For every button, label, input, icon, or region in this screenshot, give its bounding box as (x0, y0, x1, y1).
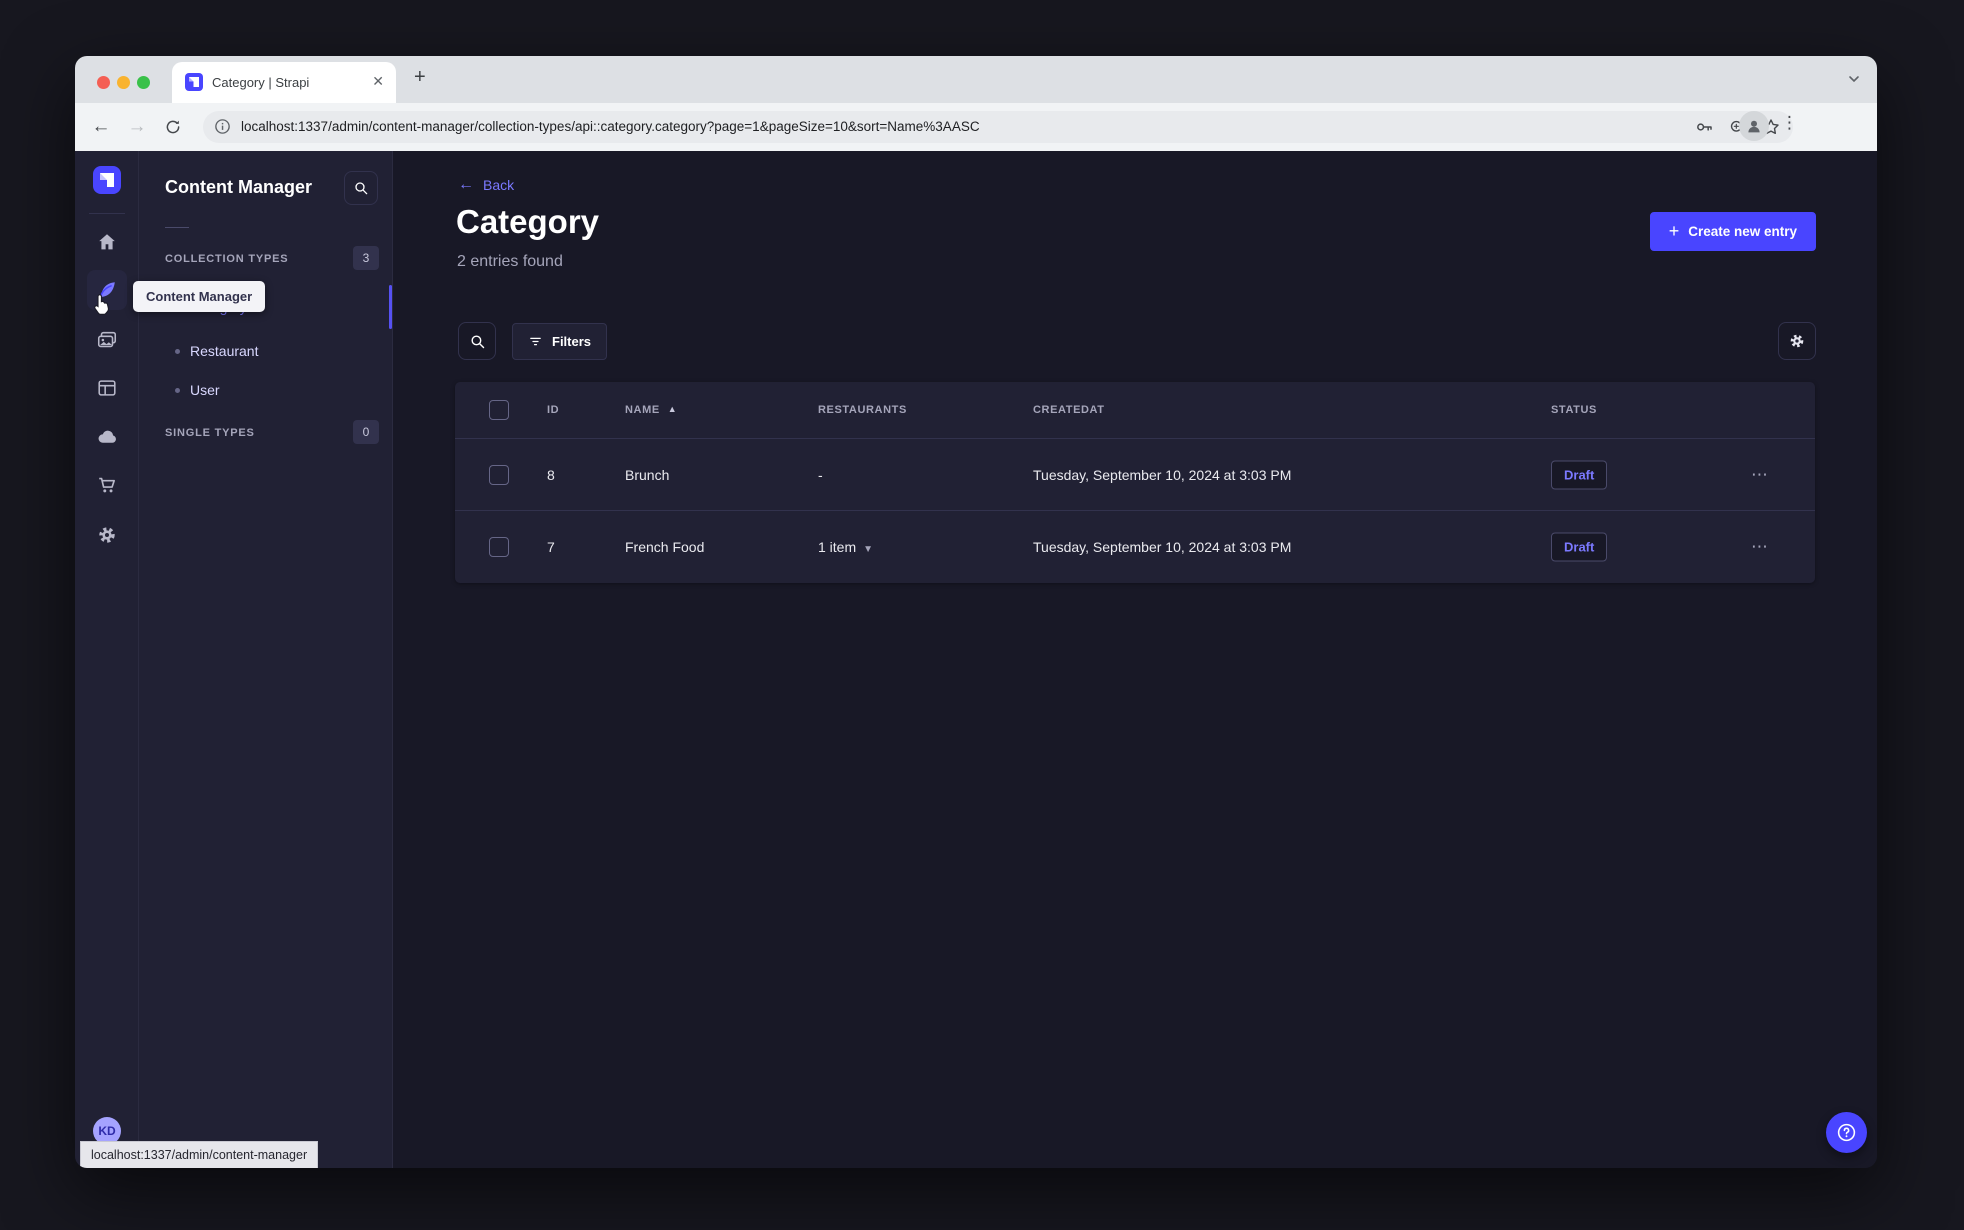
status-badge: Draft (1551, 532, 1608, 561)
header-createdat[interactable]: CREATEDAT (1033, 404, 1105, 416)
plus-icon: + (1668, 221, 1680, 241)
browser-tabstrip: Category | Strapi ✕ + (75, 56, 1877, 103)
cell-createdat: Tuesday, September 10, 2024 at 3:03 PM (1033, 466, 1292, 483)
browser-profile-avatar[interactable] (1739, 111, 1769, 141)
sort-asc-icon: ▲ (667, 404, 678, 414)
browser-toolbar: ← → localhost:1337/admin/content-manager… (75, 103, 1877, 151)
collection-types-count-badge: 3 (353, 246, 379, 270)
single-types-label: SINGLE TYPES (165, 427, 255, 439)
help-button[interactable] (1826, 1112, 1867, 1153)
tab-search-chevron-icon[interactable] (1847, 72, 1861, 86)
browser-back-button[interactable]: ← (89, 115, 113, 139)
url-bar[interactable]: localhost:1337/admin/content-manager/col… (203, 111, 1793, 143)
site-info-icon[interactable] (214, 118, 231, 135)
header-status[interactable]: STATUS (1551, 404, 1597, 416)
single-types-count-badge: 0 (353, 420, 379, 444)
select-all-checkbox[interactable] (489, 400, 509, 420)
collection-types-label: COLLECTION TYPES (165, 253, 289, 265)
content-type-builder-icon[interactable] (87, 368, 127, 408)
cell-name: Brunch (625, 466, 670, 483)
back-link[interactable]: ← Back (458, 176, 514, 194)
table-row[interactable]: 7 French Food 1 item ▼ Tuesday, September… (455, 510, 1815, 582)
traffic-light-close[interactable] (97, 76, 110, 89)
browser-reload-button[interactable] (161, 115, 185, 139)
header-id[interactable]: ID (547, 404, 559, 416)
browser-window: Category | Strapi ✕ + ← → localhost:1337… (75, 56, 1877, 1168)
subnav-divider (165, 227, 189, 228)
filters-button[interactable]: Filters (512, 323, 608, 360)
row-checkbox[interactable] (489, 536, 509, 557)
header-restaurants[interactable]: RESTAURANTS (818, 404, 907, 416)
chevron-down-icon: ▼ (863, 543, 874, 555)
cell-name: French Food (625, 538, 705, 555)
back-arrow-icon: ← (458, 176, 474, 193)
home-icon[interactable] (87, 222, 127, 262)
main-content: ← Back Category 2 entries found + Create… (393, 151, 1877, 1168)
table-header-row: ID NAME ▲ RESTAURANTS CREATEDAT STATUS (455, 382, 1815, 438)
search-entries-button[interactable] (458, 322, 496, 360)
bullet-icon (175, 348, 180, 354)
password-key-icon[interactable] (1694, 117, 1714, 137)
cell-createdat: Tuesday, September 10, 2024 at 3:03 PM (1033, 538, 1292, 555)
cell-id: 8 (547, 466, 555, 483)
row-checkbox[interactable] (489, 464, 509, 485)
marketplace-cart-icon[interactable] (87, 465, 127, 505)
close-tab-icon[interactable]: ✕ (372, 73, 384, 90)
browser-menu-kebab-icon[interactable]: ⋮ (1781, 113, 1798, 133)
table-row[interactable]: 8 Brunch - Tuesday, September 10, 2024 a… (455, 438, 1815, 510)
url-text[interactable]: localhost:1337/admin/content-manager/col… (241, 119, 980, 134)
create-new-entry-button[interactable]: + Create new entry (1649, 212, 1816, 251)
subnav-item-user[interactable]: User (139, 371, 393, 409)
media-library-icon[interactable] (87, 320, 127, 360)
header-name[interactable]: NAME ▲ (625, 404, 677, 416)
traffic-light-minimize[interactable] (117, 76, 130, 89)
status-badge: Draft (1551, 460, 1608, 489)
tab-title: Category | Strapi (212, 75, 310, 90)
browser-forward-button: → (127, 116, 147, 137)
cloud-icon[interactable] (87, 416, 127, 456)
active-item-indicator (389, 285, 392, 329)
link-preview-statusbar: localhost:1337/admin/content-manager (80, 1141, 319, 1168)
entries-table: ID NAME ▲ RESTAURANTS CREATEDAT STATUS 8 … (455, 382, 1815, 583)
new-tab-button[interactable]: + (414, 67, 426, 87)
cell-restaurants[interactable]: 1 item ▼ (818, 539, 873, 555)
view-settings-gear-button[interactable] (1778, 322, 1816, 360)
cell-restaurants: - (818, 466, 823, 483)
page-title: Category (456, 203, 600, 240)
row-actions-kebab-icon[interactable]: ⋯ (1751, 465, 1770, 485)
cell-id: 7 (547, 538, 555, 555)
strapi-admin: KD Content Manager COLLECTION TYPES 3 Ca… (75, 151, 1877, 1168)
rail-divider (89, 213, 125, 214)
subnav-search-button[interactable] (344, 171, 378, 205)
browser-tab[interactable]: Category | Strapi ✕ (172, 62, 396, 103)
bullet-icon (175, 387, 180, 393)
cursor-pointer-icon (91, 292, 113, 316)
subnav-title: Content Manager (165, 177, 313, 197)
traffic-light-zoom[interactable] (137, 76, 150, 89)
strapi-logo[interactable] (93, 166, 121, 194)
filter-funnel-icon (528, 334, 543, 349)
row-actions-kebab-icon[interactable]: ⋯ (1751, 537, 1770, 557)
subnav-item-restaurant[interactable]: Restaurant (139, 332, 393, 370)
back-label: Back (483, 177, 515, 193)
settings-gear-icon[interactable] (87, 515, 127, 555)
content-manager-tooltip: Content Manager (133, 281, 266, 312)
entries-count: 2 entries found (457, 253, 563, 270)
strapi-favicon (185, 73, 203, 91)
